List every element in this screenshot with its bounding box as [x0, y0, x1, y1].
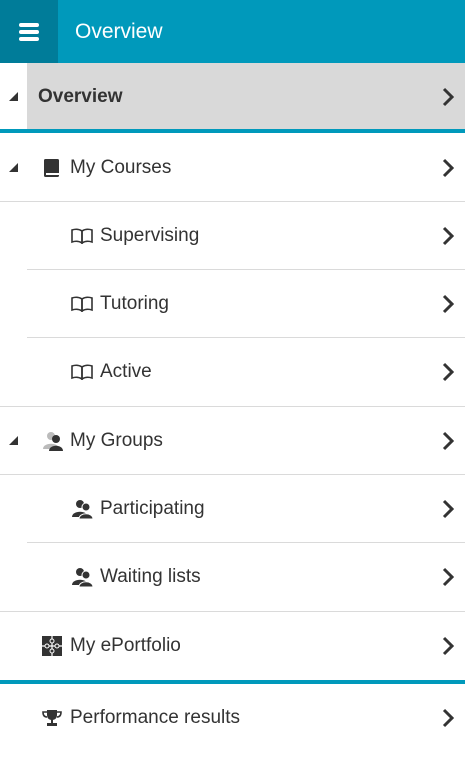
nav-item-my-courses[interactable]: My Courses: [0, 134, 465, 201]
puzzle-icon: [42, 636, 62, 656]
nav-item-label: Supervising: [100, 224, 200, 246]
nav-item-label: Performance results: [70, 707, 241, 728]
nav-item-active[interactable]: Active: [0, 338, 465, 406]
chevron-right-icon: [442, 567, 454, 587]
user-group-icon: [72, 499, 94, 519]
chevron-right-icon: [442, 708, 454, 728]
nav-item-label: Tutoring: [100, 292, 169, 314]
nav-item-participating[interactable]: Participating: [0, 475, 465, 542]
chevron-right-icon: [442, 294, 454, 314]
nav-item-performance-results[interactable]: Performance results: [0, 684, 465, 752]
nav-item-overview[interactable]: Overview: [0, 63, 465, 130]
chevron-right-icon: [442, 226, 454, 246]
collapse-triangle-icon[interactable]: [9, 436, 18, 445]
nav-item-label: My Groups: [70, 429, 163, 451]
nav-item-supervising[interactable]: Supervising: [0, 202, 465, 269]
nav-item-label: Active: [100, 361, 152, 382]
users-icon: [42, 431, 64, 451]
nav-item-label: Waiting lists: [100, 566, 201, 587]
overview-selected-bg: Overview: [27, 63, 465, 130]
nav-item-tutoring[interactable]: Tutoring: [0, 270, 465, 337]
nav-item-waiting-lists[interactable]: Waiting lists: [0, 543, 465, 611]
nav-item-label: Participating: [100, 497, 205, 519]
chevron-right-icon: [442, 158, 454, 178]
section-divider: [0, 129, 465, 133]
open-book-icon: [71, 228, 93, 244]
menu-button[interactable]: [0, 0, 58, 63]
book-icon: [43, 158, 61, 178]
chevron-right-icon: [442, 636, 454, 656]
chevron-right-icon: [442, 362, 454, 382]
chevron-right-icon: [442, 87, 454, 107]
nav-item-label: Overview: [38, 85, 123, 107]
nav-item-my-eportfolio[interactable]: My ePortfolio: [0, 612, 465, 680]
trophy-icon: [42, 709, 62, 727]
user-group-icon: [72, 567, 94, 587]
nav-item-label: My Courses: [70, 156, 172, 178]
chevron-right-icon: [442, 499, 454, 519]
open-book-icon: [71, 364, 93, 380]
collapse-triangle-icon[interactable]: [9, 163, 18, 172]
nav-item-label: My ePortfolio: [70, 635, 181, 656]
page-title: Overview: [75, 20, 163, 43]
hamburger-menu-icon: [19, 22, 39, 41]
collapse-triangle-icon[interactable]: [9, 92, 18, 101]
chevron-right-icon: [442, 431, 454, 451]
top-bar: Overview: [0, 0, 465, 63]
open-book-icon: [71, 296, 93, 312]
nav-item-my-groups[interactable]: My Groups: [0, 407, 465, 474]
